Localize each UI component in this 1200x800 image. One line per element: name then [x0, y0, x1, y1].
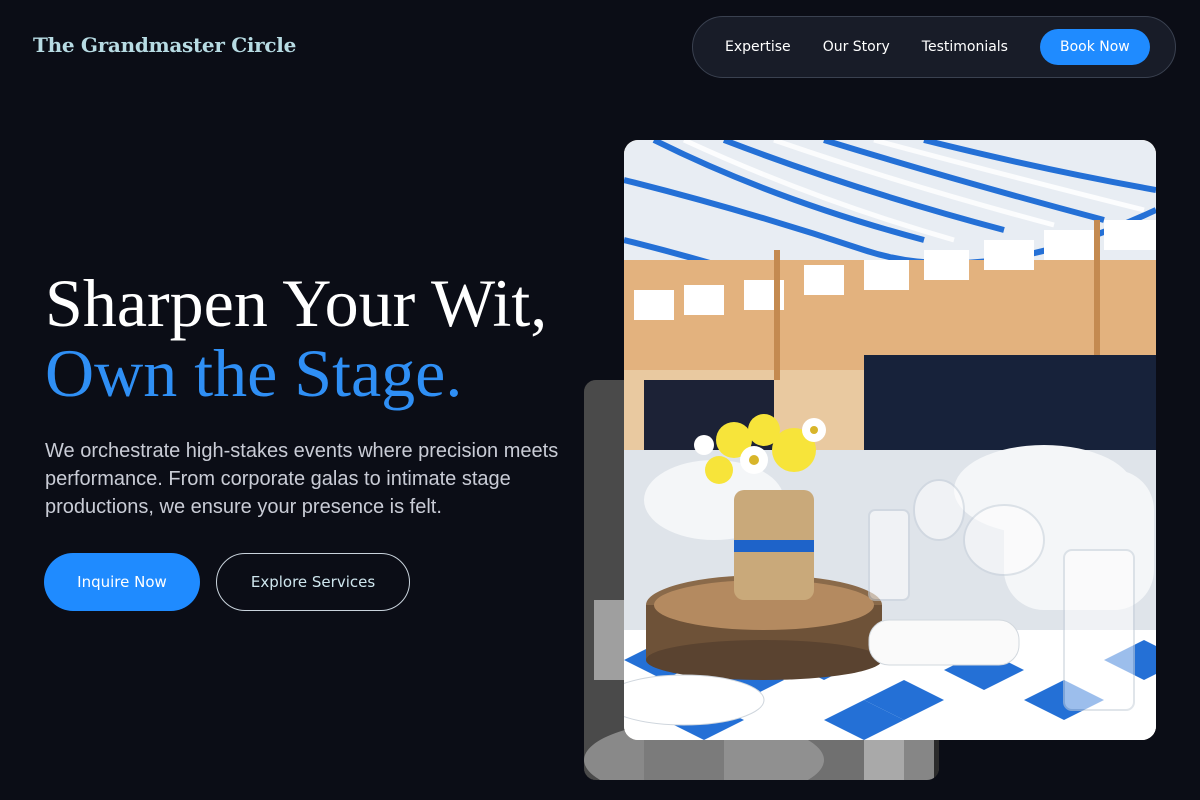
hero-title: Sharpen Your Wit, Own the Stage. [45, 268, 547, 408]
brand-logo[interactable]: The Grandmaster Circle [33, 33, 296, 57]
nav-link-testimonials[interactable]: Testimonials [922, 39, 1008, 55]
hero-title-line2: Own the Stage. [45, 335, 463, 411]
banquet-photo-illustration [624, 140, 1156, 740]
landing-page: The Grandmaster Circle Expertise Our Sto… [0, 0, 1200, 800]
hero-title-line1: Sharpen Your Wit, [45, 265, 548, 341]
inquire-now-button[interactable]: Inquire Now [44, 553, 200, 611]
nav-link-our-story[interactable]: Our Story [823, 39, 890, 55]
main-nav: Expertise Our Story Testimonials Book No… [692, 16, 1176, 78]
nav-link-expertise[interactable]: Expertise [725, 39, 791, 55]
book-now-button[interactable]: Book Now [1039, 29, 1150, 65]
event-photo-main [624, 140, 1156, 740]
explore-services-button[interactable]: Explore Services [216, 553, 410, 611]
hero-description: We orchestrate high-stakes events where … [45, 440, 559, 518]
